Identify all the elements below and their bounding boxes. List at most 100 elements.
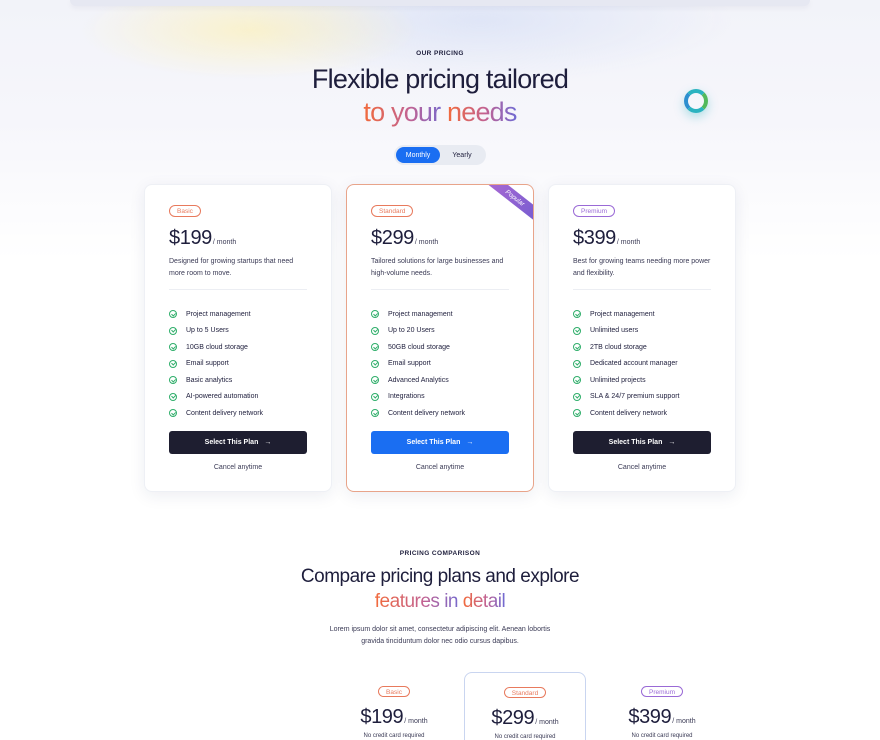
pricing-title-gradient-a: to your xyxy=(363,97,448,127)
comparison-eyebrow: PRICING COMPARISON xyxy=(399,550,481,557)
arrow-right-icon: → xyxy=(668,439,676,446)
feature-label: AI-powered automation xyxy=(186,393,259,401)
plan-feature-list: Project management Unlimited users 2TB c… xyxy=(573,306,680,422)
feature-item: Advanced Analytics xyxy=(371,372,465,389)
check-circle-icon xyxy=(169,359,177,368)
feature-label: 50GB cloud storage xyxy=(388,343,450,351)
select-plan-label: Select This Plan xyxy=(406,439,461,446)
feature-item: Email support xyxy=(169,356,263,373)
plan-feature-list: Project management Up to 20 Users 50GB c… xyxy=(371,306,465,422)
cancel-anytime-note: Cancel anytime xyxy=(617,464,667,471)
plan-feature-list: Project management Up to 5 Users 10GB cl… xyxy=(169,306,263,422)
feature-label: Content delivery network xyxy=(590,409,668,417)
plan-badge: Standard xyxy=(371,205,414,217)
feature-label: Project management xyxy=(388,310,453,318)
comparison-title-line1: Compare pricing plans and explore xyxy=(300,566,580,587)
feature-label: Project management xyxy=(590,310,655,318)
plan-price-period: / month xyxy=(414,239,439,246)
comparison-note: No credit card required xyxy=(631,733,693,739)
feature-item: Project management xyxy=(573,306,680,323)
plan-card-standard: Popular Standard $299 / month Tailored s… xyxy=(346,184,534,492)
pricing-title-line2: to your needs xyxy=(0,96,880,128)
check-circle-icon xyxy=(573,359,581,368)
check-circle-icon xyxy=(371,409,379,418)
check-circle-icon xyxy=(371,392,379,401)
plan-description: Designed for growing startups that need … xyxy=(169,258,294,277)
feature-label: Email support xyxy=(186,360,229,368)
feature-label: Integrations xyxy=(388,393,425,401)
feature-label: Content delivery network xyxy=(186,409,264,417)
select-plan-button-premium[interactable]: Select This Plan → xyxy=(573,431,711,454)
feature-item: Content delivery network xyxy=(169,405,263,422)
plan-description: Best for growing teams needing more powe… xyxy=(573,258,711,277)
comparison-price-amount: $399 xyxy=(628,706,672,728)
check-circle-icon xyxy=(573,376,581,385)
loading-spinner-icon xyxy=(684,89,708,113)
feature-label: 2TB cloud storage xyxy=(590,343,647,351)
toggle-monthly[interactable]: Monthly xyxy=(396,147,440,163)
feature-label: Basic analytics xyxy=(186,376,233,384)
toggle-yearly[interactable]: Yearly xyxy=(440,147,484,163)
comparison-title-line2: features in detail xyxy=(0,590,880,614)
comparison-subtitle-line1: Lorem ipsum dolor sit amet, consectetur … xyxy=(329,626,551,633)
pricing-eyebrow: OUR PRICING xyxy=(416,50,464,57)
arrow-right-icon: → xyxy=(466,439,474,446)
plan-price: $299 / month xyxy=(371,227,438,250)
feature-item: AI-powered automation xyxy=(169,389,263,406)
feature-item: 10GB cloud storage xyxy=(169,339,263,356)
check-circle-icon xyxy=(169,326,177,335)
comparison-price-period: / month xyxy=(535,719,559,726)
feature-item: 50GB cloud storage xyxy=(371,339,465,356)
feature-label: 10GB cloud storage xyxy=(186,343,248,351)
feature-label: Unlimited projects xyxy=(590,376,646,384)
plan-price: $199 / month xyxy=(169,227,236,250)
check-circle-icon xyxy=(573,343,581,352)
check-circle-icon xyxy=(371,326,379,335)
plan-price-period: / month xyxy=(616,239,641,246)
feature-item: Project management xyxy=(169,306,263,323)
comparison-price-period: / month xyxy=(404,718,428,725)
comparison-note: No credit card required xyxy=(494,734,556,740)
feature-label: Content delivery network xyxy=(388,409,466,417)
check-circle-icon xyxy=(169,409,177,418)
comparison-price: $399/ month xyxy=(601,706,723,729)
plan-card-premium: Premium $399 / month Best for growing te… xyxy=(548,184,736,492)
plan-price-amount: $299 xyxy=(371,227,414,249)
arrow-right-icon: → xyxy=(264,439,272,446)
select-plan-button-basic[interactable]: Select This Plan → xyxy=(169,431,307,454)
billing-toggle[interactable]: Monthly Yearly xyxy=(394,145,486,165)
check-circle-icon xyxy=(573,392,581,401)
divider xyxy=(169,289,307,290)
comparison-subtitle-line2: gravida tinciduntum dolor nec odio cursu… xyxy=(361,638,519,645)
check-circle-icon xyxy=(573,310,581,319)
comparison-title-gradient-a: features in xyxy=(374,591,463,612)
feature-item: Basic analytics xyxy=(169,372,263,389)
feature-label: Unlimited users xyxy=(590,327,639,335)
comparison-column-premium: Premium $399/ month No credit card requi… xyxy=(601,672,723,740)
select-plan-button-standard[interactable]: Select This Plan → xyxy=(371,431,509,454)
plan-price-amount: $399 xyxy=(573,227,616,249)
check-circle-icon xyxy=(573,409,581,418)
feature-label: Email support xyxy=(388,360,431,368)
check-circle-icon xyxy=(169,376,177,385)
comparison-badge: Premium xyxy=(640,686,683,697)
plan-badge: Basic xyxy=(169,205,201,217)
cancel-anytime-note: Cancel anytime xyxy=(415,464,465,471)
feature-item: SLA & 24/7 premium support xyxy=(573,389,680,406)
plan-card-basic: Basic $199 / month Designed for growing … xyxy=(144,184,332,492)
feature-item: Up to 5 Users xyxy=(169,323,263,340)
check-circle-icon xyxy=(371,343,379,352)
check-circle-icon xyxy=(371,310,379,319)
check-circle-icon xyxy=(169,392,177,401)
feature-item: Email support xyxy=(371,356,465,373)
comparison-badge: Standard xyxy=(503,687,547,698)
plan-price-period: / month xyxy=(212,239,237,246)
header-bar-edge xyxy=(70,0,810,6)
comparison-column-standard: Standard $299/ month No credit card requ… xyxy=(464,672,586,740)
plan-price-amount: $199 xyxy=(169,227,212,249)
feature-label: Up to 20 Users xyxy=(388,327,435,335)
check-circle-icon xyxy=(371,376,379,385)
plan-description: Tailored solutions for large businesses … xyxy=(371,258,504,277)
plan-price: $399 / month xyxy=(573,227,640,250)
comparison-price: $299/ month xyxy=(465,707,585,730)
